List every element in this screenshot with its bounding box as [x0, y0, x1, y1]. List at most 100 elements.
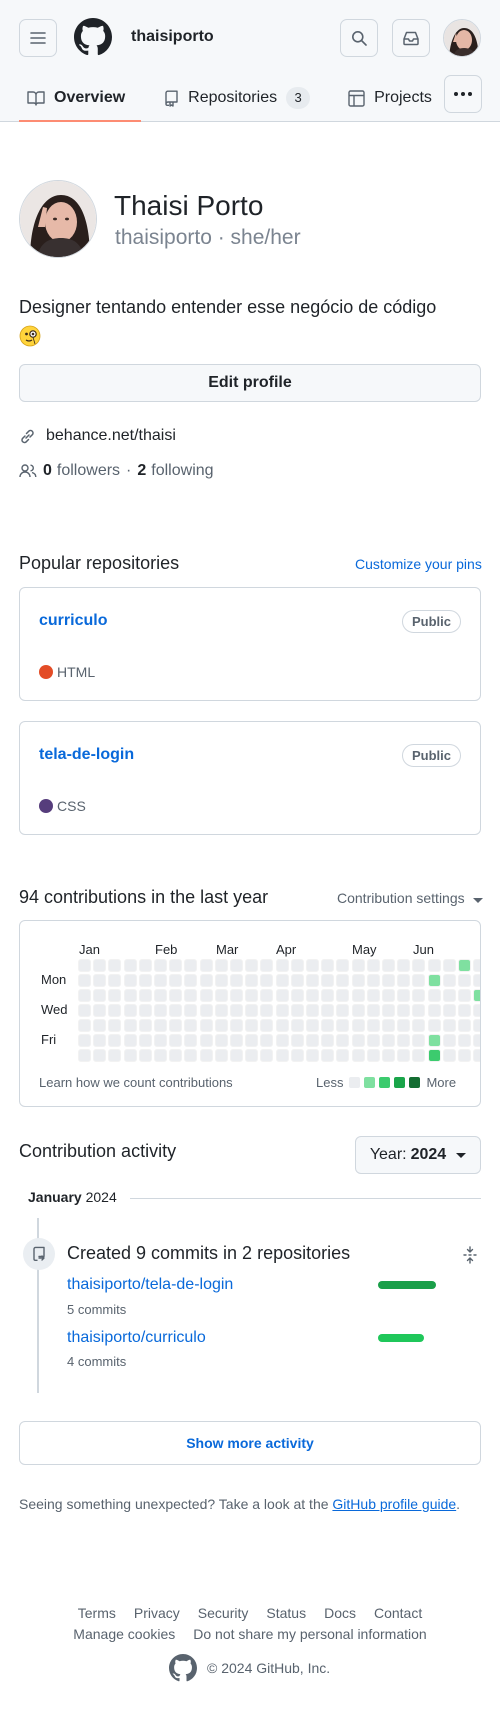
contribution-day-cell[interactable] [123, 1019, 137, 1032]
contribution-day-cell[interactable] [397, 1034, 411, 1047]
following-link[interactable]: 2 following [137, 462, 213, 480]
contribution-day-cell[interactable] [336, 959, 350, 972]
contribution-day-cell[interactable] [154, 1004, 167, 1017]
contribution-day-cell[interactable] [93, 1034, 107, 1047]
contribution-day-cell[interactable] [473, 989, 480, 1002]
contribution-day-cell[interactable] [184, 1019, 198, 1032]
contribution-day-cell[interactable] [458, 1019, 471, 1032]
contribution-day-cell[interactable] [138, 1034, 152, 1047]
contribution-day-cell[interactable] [321, 974, 335, 987]
contribution-day-cell[interactable] [275, 989, 289, 1002]
menu-button[interactable] [19, 19, 57, 57]
contribution-day-cell[interactable] [138, 989, 152, 1002]
contribution-day-cell[interactable] [138, 959, 152, 972]
contribution-day-cell[interactable] [214, 989, 228, 1002]
repo-name-link[interactable]: tela-de-login [39, 746, 134, 764]
contribution-day-cell[interactable] [169, 989, 183, 1002]
contribution-day-cell[interactable] [382, 1034, 395, 1047]
search-button[interactable] [340, 19, 378, 57]
contribution-day-cell[interactable] [412, 974, 426, 987]
github-logo-icon[interactable] [169, 1654, 197, 1682]
contribution-day-cell[interactable] [169, 1019, 183, 1032]
contribution-day-cell[interactable] [366, 1004, 380, 1017]
contribution-day-cell[interactable] [184, 1034, 198, 1047]
contribution-day-cell[interactable] [306, 989, 319, 1002]
contribution-day-cell[interactable] [382, 1049, 395, 1062]
contribution-day-cell[interactable] [336, 1019, 350, 1032]
contribution-day-cell[interactable] [199, 1019, 213, 1032]
contribution-day-cell[interactable] [169, 1049, 183, 1062]
footer-link-terms[interactable]: Terms [78, 1605, 116, 1621]
contribution-day-cell[interactable] [351, 974, 365, 987]
contribution-day-cell[interactable] [351, 1049, 365, 1062]
repo-name-link[interactable]: curriculo [39, 612, 107, 630]
contribution-day-cell[interactable] [397, 1049, 411, 1062]
contribution-day-cell[interactable] [442, 989, 456, 1002]
tab-overview[interactable]: Overview [19, 76, 142, 122]
contribution-day-cell[interactable] [78, 989, 91, 1002]
contribution-day-cell[interactable] [427, 989, 441, 1002]
contribution-day-cell[interactable] [138, 1049, 152, 1062]
contribution-day-cell[interactable] [93, 1049, 107, 1062]
contribution-day-cell[interactable] [184, 1004, 198, 1017]
activity-commit-count[interactable]: 5 commits [67, 1302, 126, 1317]
contribution-day-cell[interactable] [275, 959, 289, 972]
contribution-day-cell[interactable] [442, 1019, 456, 1032]
contribution-day-cell[interactable] [473, 959, 480, 972]
contribution-day-cell[interactable] [336, 1004, 350, 1017]
contribution-day-cell[interactable] [397, 959, 411, 972]
contribution-day-cell[interactable] [427, 1004, 441, 1017]
contribution-day-cell[interactable] [123, 959, 137, 972]
contribution-day-cell[interactable] [473, 1019, 480, 1032]
contribution-day-cell[interactable] [154, 1034, 167, 1047]
contribution-day-cell[interactable] [366, 959, 380, 972]
contribution-day-cell[interactable] [442, 1049, 456, 1062]
contribution-day-cell[interactable] [214, 1049, 228, 1062]
contribution-day-cell[interactable] [427, 1019, 441, 1032]
github-logo-icon[interactable] [74, 18, 112, 56]
contribution-day-cell[interactable] [199, 1049, 213, 1062]
contribution-day-cell[interactable] [154, 1049, 167, 1062]
contribution-day-cell[interactable] [154, 1019, 167, 1032]
contribution-day-cell[interactable] [290, 1034, 304, 1047]
contribution-day-cell[interactable] [336, 974, 350, 987]
contribution-settings-button[interactable]: Contribution settings [337, 890, 483, 906]
footer-link-status[interactable]: Status [266, 1605, 306, 1621]
contribution-day-cell[interactable] [306, 1049, 319, 1062]
contribution-day-cell[interactable] [138, 974, 152, 987]
contribution-day-cell[interactable] [336, 1034, 350, 1047]
year-select-button[interactable]: Year: 2024 [355, 1136, 481, 1174]
contribution-day-cell[interactable] [275, 974, 289, 987]
activity-repo-link[interactable]: thaisiporto/tela-de-login [67, 1276, 233, 1294]
contribution-day-cell[interactable] [321, 1049, 335, 1062]
contribution-day-cell[interactable] [184, 1049, 198, 1062]
contribution-day-cell[interactable] [366, 1049, 380, 1062]
profile-guide-link[interactable]: GitHub profile guide [332, 1496, 456, 1512]
user-avatar[interactable] [443, 19, 481, 57]
contribution-day-cell[interactable] [78, 1049, 91, 1062]
show-more-activity-button[interactable]: Show more activity [19, 1421, 481, 1465]
contribution-day-cell[interactable] [382, 1004, 395, 1017]
contribution-day-cell[interactable] [123, 1034, 137, 1047]
tab-repositories[interactable]: Repositories 3 [155, 76, 318, 120]
footer-link-manage-cookies[interactable]: Manage cookies [73, 1626, 175, 1642]
contribution-day-cell[interactable] [442, 974, 456, 987]
contribution-day-cell[interactable] [260, 1034, 274, 1047]
contribution-day-cell[interactable] [154, 959, 167, 972]
contribution-day-cell[interactable] [290, 1004, 304, 1017]
contribution-day-cell[interactable] [260, 974, 274, 987]
contribution-day-cell[interactable] [199, 959, 213, 972]
followers-link[interactable]: 0 followers [43, 462, 120, 480]
contribution-day-cell[interactable] [230, 1049, 243, 1062]
contribution-day-cell[interactable] [214, 959, 228, 972]
contribution-day-cell[interactable] [366, 1019, 380, 1032]
contribution-day-cell[interactable] [366, 974, 380, 987]
contribution-day-cell[interactable] [458, 959, 471, 972]
contribution-day-cell[interactable] [427, 1034, 441, 1047]
contribution-day-cell[interactable] [290, 1019, 304, 1032]
footer-link-privacy[interactable]: Privacy [134, 1605, 180, 1621]
contribution-day-cell[interactable] [214, 1004, 228, 1017]
contribution-day-cell[interactable] [230, 959, 243, 972]
contribution-day-cell[interactable] [412, 989, 426, 1002]
contribution-day-cell[interactable] [245, 974, 259, 987]
